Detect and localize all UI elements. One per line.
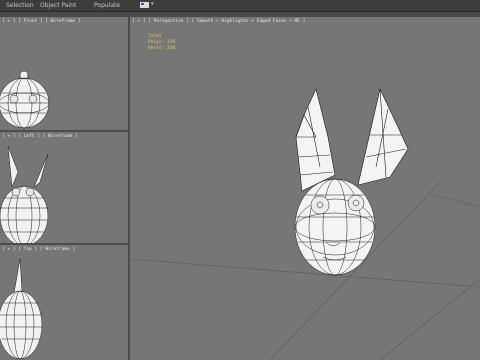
- perspective-scene: [130, 88, 480, 360]
- viewport-front[interactable]: [ + ] [ Front ] [ Wireframe ]: [0, 17, 128, 130]
- flag-icon[interactable]: [140, 2, 149, 8]
- front-view-mesh: [0, 70, 50, 129]
- menu-bar: Selection Object Paint Populate ▾: [0, 0, 480, 12]
- viewport-top[interactable]: [ + ] [ Top ] [ Wireframe ]: [0, 245, 128, 360]
- menu-item-object-paint[interactable]: Object Paint: [40, 1, 76, 10]
- viewport-perspective[interactable]: [ + ] [ Perspective ] [ Smooth + Highlig…: [130, 17, 480, 360]
- chevron-down-icon[interactable]: ▾: [151, 1, 154, 7]
- bunny-head: [294, 178, 376, 276]
- viewport-left[interactable]: [ + ] [ Left ] [ Wireframe ]: [0, 132, 128, 243]
- bunny-ears: [295, 88, 409, 192]
- left-view-mesh: [0, 145, 49, 243]
- top-view-mesh: [0, 258, 43, 360]
- menu-item-selection[interactable]: Selection: [6, 1, 34, 10]
- menu-item-populate[interactable]: Populate: [94, 1, 120, 10]
